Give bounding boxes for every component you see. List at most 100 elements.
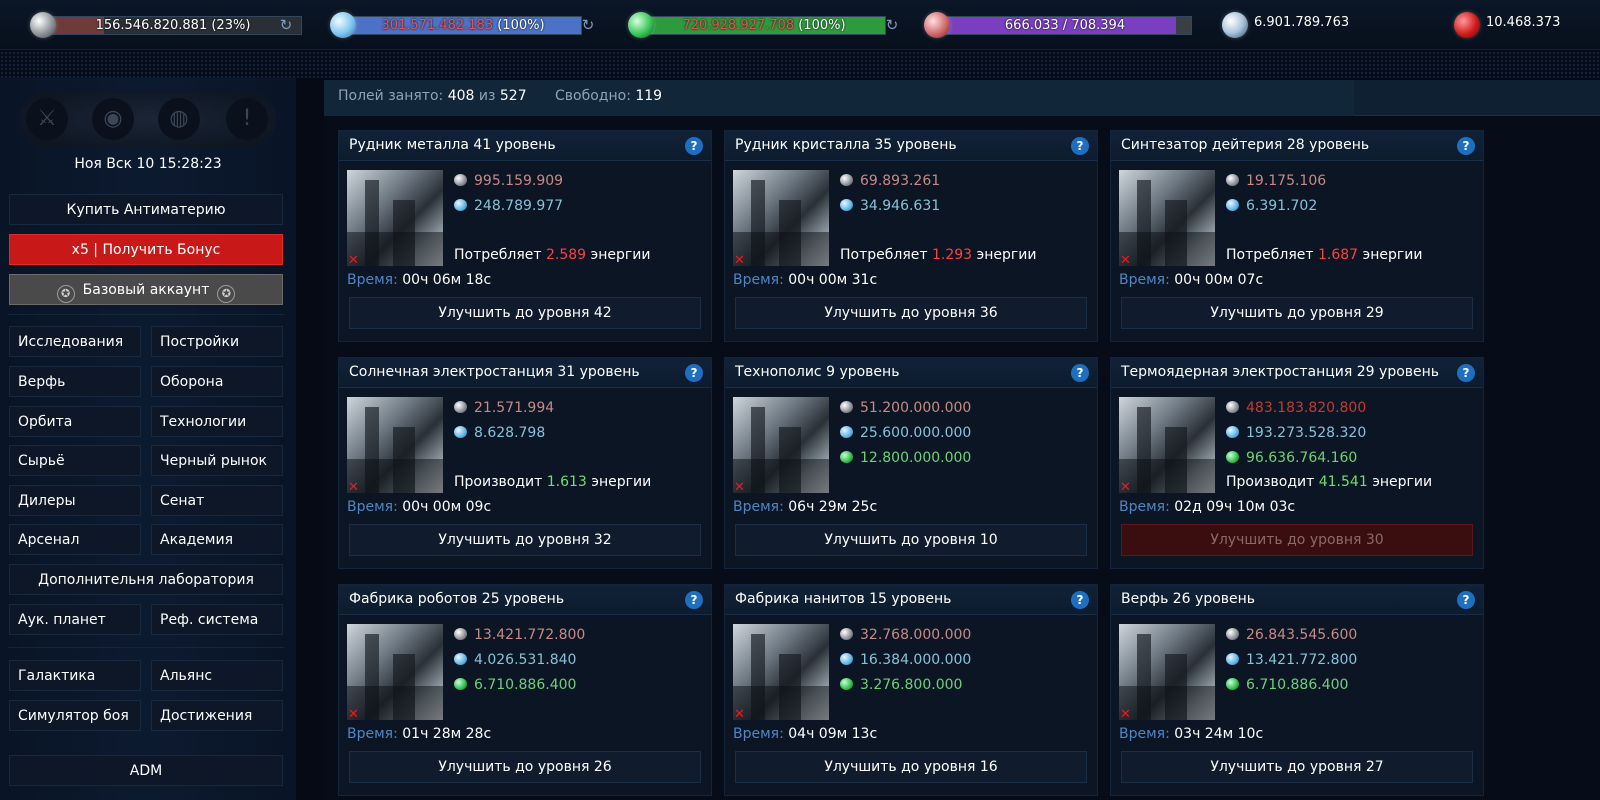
- sidebar-item-referral[interactable]: Реф. система: [151, 604, 283, 635]
- unavailable-icon: ✕: [1120, 707, 1131, 722]
- unavailable-icon: ✕: [734, 480, 745, 495]
- energy-info: Потребляет 1.293 энергии: [840, 247, 1036, 263]
- sidebar-item-technologies[interactable]: Технологии: [151, 406, 283, 437]
- building-image[interactable]: [733, 624, 829, 720]
- exclamation-icon[interactable]: !: [226, 98, 268, 140]
- get-bonus-button[interactable]: x5 | Получить Бонус: [9, 234, 283, 265]
- energy-info: Производит 41.541 энергии: [1226, 474, 1432, 490]
- eye-icon[interactable]: ◉: [92, 98, 134, 140]
- sidebar-item-black-market[interactable]: Черный рынок: [151, 445, 283, 476]
- crystal-icon: [840, 199, 853, 211]
- upgrade-button[interactable]: Улучшить до уровня 26: [349, 751, 701, 783]
- sidebar-item-galaxy[interactable]: Галактика: [9, 660, 141, 691]
- building-image[interactable]: [733, 170, 829, 266]
- time-label: Время:: [733, 272, 784, 288]
- crystal-icon: [330, 12, 356, 38]
- help-icon[interactable]: ?: [1071, 591, 1089, 609]
- image-base-shape: [733, 686, 829, 720]
- building-card: Рудник кристалла 35 уровень ? ✕ 69.893.2…: [724, 130, 1098, 342]
- divider-strip: [0, 51, 1600, 78]
- help-icon[interactable]: ?: [1457, 137, 1475, 155]
- building-image[interactable]: [347, 397, 443, 493]
- metal-cost-value: 13.421.772.800: [474, 627, 586, 643]
- help-icon[interactable]: ?: [1457, 591, 1475, 609]
- building-image[interactable]: [347, 170, 443, 266]
- crystal-cost: 8.628.798: [454, 425, 545, 441]
- metal-cost-value: 21.571.994: [474, 400, 555, 416]
- sidebar-item-alliance[interactable]: Альянс: [151, 660, 283, 691]
- sidebar-item-resources[interactable]: Сырьё: [9, 445, 141, 476]
- energy-value: 41.541: [1318, 474, 1368, 490]
- metal-icon: [840, 401, 853, 413]
- sidebar-item-dealers[interactable]: Дилеры: [9, 485, 141, 516]
- deuterium-bar: 720.928.927.708 (100%): [642, 16, 886, 35]
- time-label: Время:: [347, 726, 398, 742]
- energy-max: 708.394: [1071, 18, 1126, 33]
- upgrade-button[interactable]: Улучшить до уровня 42: [349, 297, 701, 329]
- building-image[interactable]: [733, 397, 829, 493]
- base-account-label: Базовый аккаунт: [82, 282, 210, 298]
- sidebar-item-adm[interactable]: ADM: [9, 755, 283, 786]
- upgrade-button[interactable]: Улучшить до уровня 30: [1121, 524, 1473, 556]
- sidebar-item-orbit[interactable]: Орбита: [9, 406, 141, 437]
- antimatter-resource: 10.468.373: [1454, 12, 1600, 38]
- deuterium-refresh-icon[interactable]: ↻: [884, 17, 900, 33]
- metal-cost: 69.893.261: [840, 173, 940, 189]
- energy-info: Потребляет 2.589 энергии: [454, 247, 650, 263]
- deuterium-cost: 6.710.886.400: [1226, 677, 1348, 693]
- fields-used-value: 408: [447, 88, 475, 104]
- building-image[interactable]: [1119, 624, 1215, 720]
- deuterium-icon: [454, 678, 467, 690]
- crystal-refresh-icon[interactable]: ↻: [580, 17, 596, 33]
- sidebar-item-buildings[interactable]: Постройки: [151, 326, 283, 357]
- fields-free-label: Свободно:: [555, 88, 631, 104]
- sidebar-item-shipyard[interactable]: Верфь: [9, 366, 141, 397]
- building-card: Рудник металла 41 уровень ? ✕ 995.159.90…: [338, 130, 712, 342]
- metal-icon: [30, 12, 56, 38]
- sidebar-item-planet-auction[interactable]: Аук. планет: [9, 604, 141, 635]
- upgrade-button[interactable]: Улучшить до уровня 29: [1121, 297, 1473, 329]
- metal-cost-value: 483.183.820.800: [1246, 400, 1367, 416]
- buy-antimatter-button[interactable]: Купить Антиматерию: [9, 194, 283, 225]
- fields-bar: Полей занято: 408 из 527 Свободно: 119: [324, 80, 1600, 116]
- sidebar-item-battle-simulator[interactable]: Симулятор боя: [9, 700, 141, 731]
- building-card-header: Синтезатор дейтерия 28 уровень ?: [1111, 131, 1483, 161]
- image-base-shape: [347, 459, 443, 493]
- upgrade-button[interactable]: Улучшить до уровня 16: [735, 751, 1087, 783]
- base-account-button[interactable]: ✪ Базовый аккаунт ✪: [9, 274, 283, 305]
- sidebar: ⚔ ◉ ◍ ! Ноя Вск 10 15:28:23 Купить Антим…: [0, 78, 296, 800]
- building-image[interactable]: [1119, 170, 1215, 266]
- sidebar-item-achievements[interactable]: Достижения: [151, 700, 283, 731]
- upgrade-button[interactable]: Улучшить до уровня 32: [349, 524, 701, 556]
- time-value: 03ч 24м 10с: [1174, 726, 1264, 742]
- sidebar-item-arsenal[interactable]: Арсенал: [9, 524, 141, 555]
- antimatter-icon: [1454, 12, 1480, 38]
- sidebar-item-senate[interactable]: Сенат: [151, 485, 283, 516]
- metal-icon: [454, 174, 467, 186]
- help-icon[interactable]: ?: [1071, 137, 1089, 155]
- build-time: Время: 04ч 09м 13с: [733, 726, 877, 742]
- help-icon[interactable]: ?: [685, 364, 703, 382]
- help-icon[interactable]: ?: [685, 137, 703, 155]
- deuterium-icon: [840, 678, 853, 690]
- deuterium-cost-value: 6.710.886.400: [474, 677, 577, 693]
- crystal-cost: 193.273.528.320: [1226, 425, 1366, 441]
- help-icon[interactable]: ?: [1457, 364, 1475, 382]
- planet-icon[interactable]: ◍: [158, 98, 200, 140]
- building-title: Солнечная электростанция 31 уровень: [349, 364, 640, 380]
- sidebar-item-defense[interactable]: Оборона: [151, 366, 283, 397]
- energy-info: Производит 1.613 энергии: [454, 474, 651, 490]
- unavailable-icon: ✕: [348, 707, 359, 722]
- upgrade-button[interactable]: Улучшить до уровня 36: [735, 297, 1087, 329]
- sidebar-item-academy[interactable]: Академия: [151, 524, 283, 555]
- help-icon[interactable]: ?: [1071, 364, 1089, 382]
- help-icon[interactable]: ?: [685, 591, 703, 609]
- sidebar-item-extra-lab[interactable]: Дополнительня лаборатория: [9, 564, 283, 595]
- sword-icon[interactable]: ⚔: [26, 98, 68, 140]
- upgrade-button[interactable]: Улучшить до уровня 10: [735, 524, 1087, 556]
- building-image[interactable]: [347, 624, 443, 720]
- building-card-header: Рудник металла 41 уровень ?: [339, 131, 711, 161]
- sidebar-item-research[interactable]: Исследования: [9, 326, 141, 357]
- building-image[interactable]: [1119, 397, 1215, 493]
- upgrade-button[interactable]: Улучшить до уровня 27: [1121, 751, 1473, 783]
